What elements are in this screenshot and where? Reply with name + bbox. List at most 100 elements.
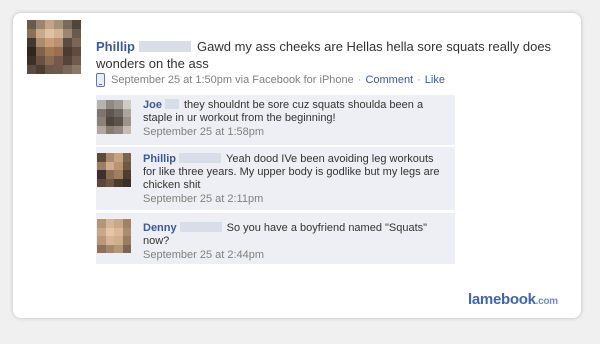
comment-author-name[interactable]: Joe <box>143 99 162 111</box>
avatar-pixel <box>105 153 114 162</box>
comment-timestamp: September 25 at 1:58pm <box>143 126 265 138</box>
post-body: Phillip Gawd my ass cheeks are Hellas hel… <box>96 38 556 72</box>
avatar-pixel <box>54 20 63 29</box>
avatar-pixel <box>105 170 114 179</box>
avatar-pixel <box>36 65 45 74</box>
avatar-pixel <box>54 65 63 74</box>
avatar-pixel <box>54 56 63 65</box>
avatar-pixel <box>122 244 131 253</box>
avatar-pixel <box>97 125 106 134</box>
comment-author-avatar[interactable] <box>97 153 131 187</box>
post-author-name[interactable]: Phillip <box>96 39 135 54</box>
avatar-pixel <box>105 108 114 117</box>
post-meta: September 25 at 1:50pm via Facebook for … <box>96 72 445 88</box>
redacted-surname <box>164 99 179 109</box>
avatar-pixel <box>105 227 114 236</box>
avatar-pixel <box>63 29 72 38</box>
post-timestamp: September 25 at 1:50pm via Facebook for … <box>111 74 354 86</box>
comment-author-avatar[interactable] <box>97 100 131 134</box>
comment-text: they shouldnt be sore cuz squats shoulda… <box>143 99 424 124</box>
avatar-pixel <box>122 100 131 109</box>
avatar-pixel <box>105 117 114 126</box>
avatar-pixel <box>45 38 54 47</box>
avatar-pixel <box>27 38 36 47</box>
avatar-pixel <box>27 56 36 65</box>
avatar-pixel <box>97 236 106 245</box>
comment-item: Joe they shouldnt be sore cuz squats shou… <box>96 95 455 146</box>
avatar-pixel <box>105 161 114 170</box>
avatar-pixel <box>63 20 72 29</box>
avatar-pixel <box>63 47 72 56</box>
avatar-pixel <box>36 47 45 56</box>
avatar-pixel <box>97 227 106 236</box>
avatar-pixel <box>97 170 106 179</box>
avatar-pixel <box>97 219 106 228</box>
avatar-pixel <box>72 56 81 65</box>
avatar-pixel <box>105 236 114 245</box>
avatar-pixel <box>45 47 54 56</box>
avatar-pixel <box>122 108 131 117</box>
avatar-pixel <box>27 47 36 56</box>
avatar-pixel <box>97 108 106 117</box>
avatar-pixel <box>122 153 131 162</box>
avatar-pixel <box>36 56 45 65</box>
avatar-pixel <box>72 47 81 56</box>
avatar-pixel <box>114 170 123 179</box>
avatar-pixel <box>122 178 131 187</box>
avatar-pixel <box>97 161 106 170</box>
avatar-pixel <box>45 65 54 74</box>
avatar-pixel <box>45 20 54 29</box>
avatar-pixel <box>105 178 114 187</box>
avatar-pixel <box>114 178 123 187</box>
avatar-pixel <box>114 117 123 126</box>
logo-tld: .com <box>535 296 558 307</box>
avatar-pixel <box>122 170 131 179</box>
avatar-pixel <box>122 219 131 228</box>
avatar-pixel <box>122 236 131 245</box>
avatar-pixel <box>114 100 123 109</box>
avatar-pixel <box>114 244 123 253</box>
avatar-pixel <box>45 29 54 38</box>
post-author-avatar[interactable] <box>27 20 81 74</box>
avatar-pixel <box>114 153 123 162</box>
avatar-pixel <box>27 65 36 74</box>
comment-author-name[interactable]: Denny <box>143 222 177 234</box>
separator: · <box>417 74 421 86</box>
avatar-pixel <box>114 108 123 117</box>
comment-link[interactable]: Comment <box>365 74 413 86</box>
avatar-pixel <box>114 227 123 236</box>
avatar-pixel <box>72 38 81 47</box>
comment-author-name[interactable]: Phillip <box>143 153 176 165</box>
avatar-pixel <box>105 100 114 109</box>
avatar-pixel <box>105 219 114 228</box>
avatar-pixel <box>72 29 81 38</box>
avatar-pixel <box>114 236 123 245</box>
avatar-pixel <box>63 65 72 74</box>
avatar-pixel <box>122 125 131 134</box>
comment-body: Joe they shouldnt be sore cuz squats shou… <box>143 99 448 139</box>
redacted-surname <box>179 222 222 232</box>
avatar-pixel <box>114 125 123 134</box>
avatar-pixel <box>54 29 63 38</box>
avatar-pixel <box>63 38 72 47</box>
avatar-pixel <box>36 20 45 29</box>
comment-timestamp: September 25 at 2:44pm <box>143 249 265 261</box>
like-link[interactable]: Like <box>425 74 445 86</box>
avatar-pixel <box>114 219 123 228</box>
comment-item: Phillip Yeah dood IVe been avoiding leg w… <box>96 147 455 211</box>
redacted-surname <box>139 41 191 52</box>
avatar-pixel <box>54 38 63 47</box>
avatar-pixel <box>36 29 45 38</box>
avatar-pixel <box>105 125 114 134</box>
redacted-surname <box>179 153 221 163</box>
comment-author-avatar[interactable] <box>97 219 131 253</box>
avatar-pixel <box>36 38 45 47</box>
avatar-pixel <box>63 56 72 65</box>
avatar-pixel <box>122 161 131 170</box>
avatar-pixel <box>72 20 81 29</box>
avatar-pixel <box>27 29 36 38</box>
avatar-pixel <box>97 100 106 109</box>
avatar-pixel <box>27 20 36 29</box>
avatar-pixel <box>97 178 106 187</box>
avatar-pixel <box>97 117 106 126</box>
